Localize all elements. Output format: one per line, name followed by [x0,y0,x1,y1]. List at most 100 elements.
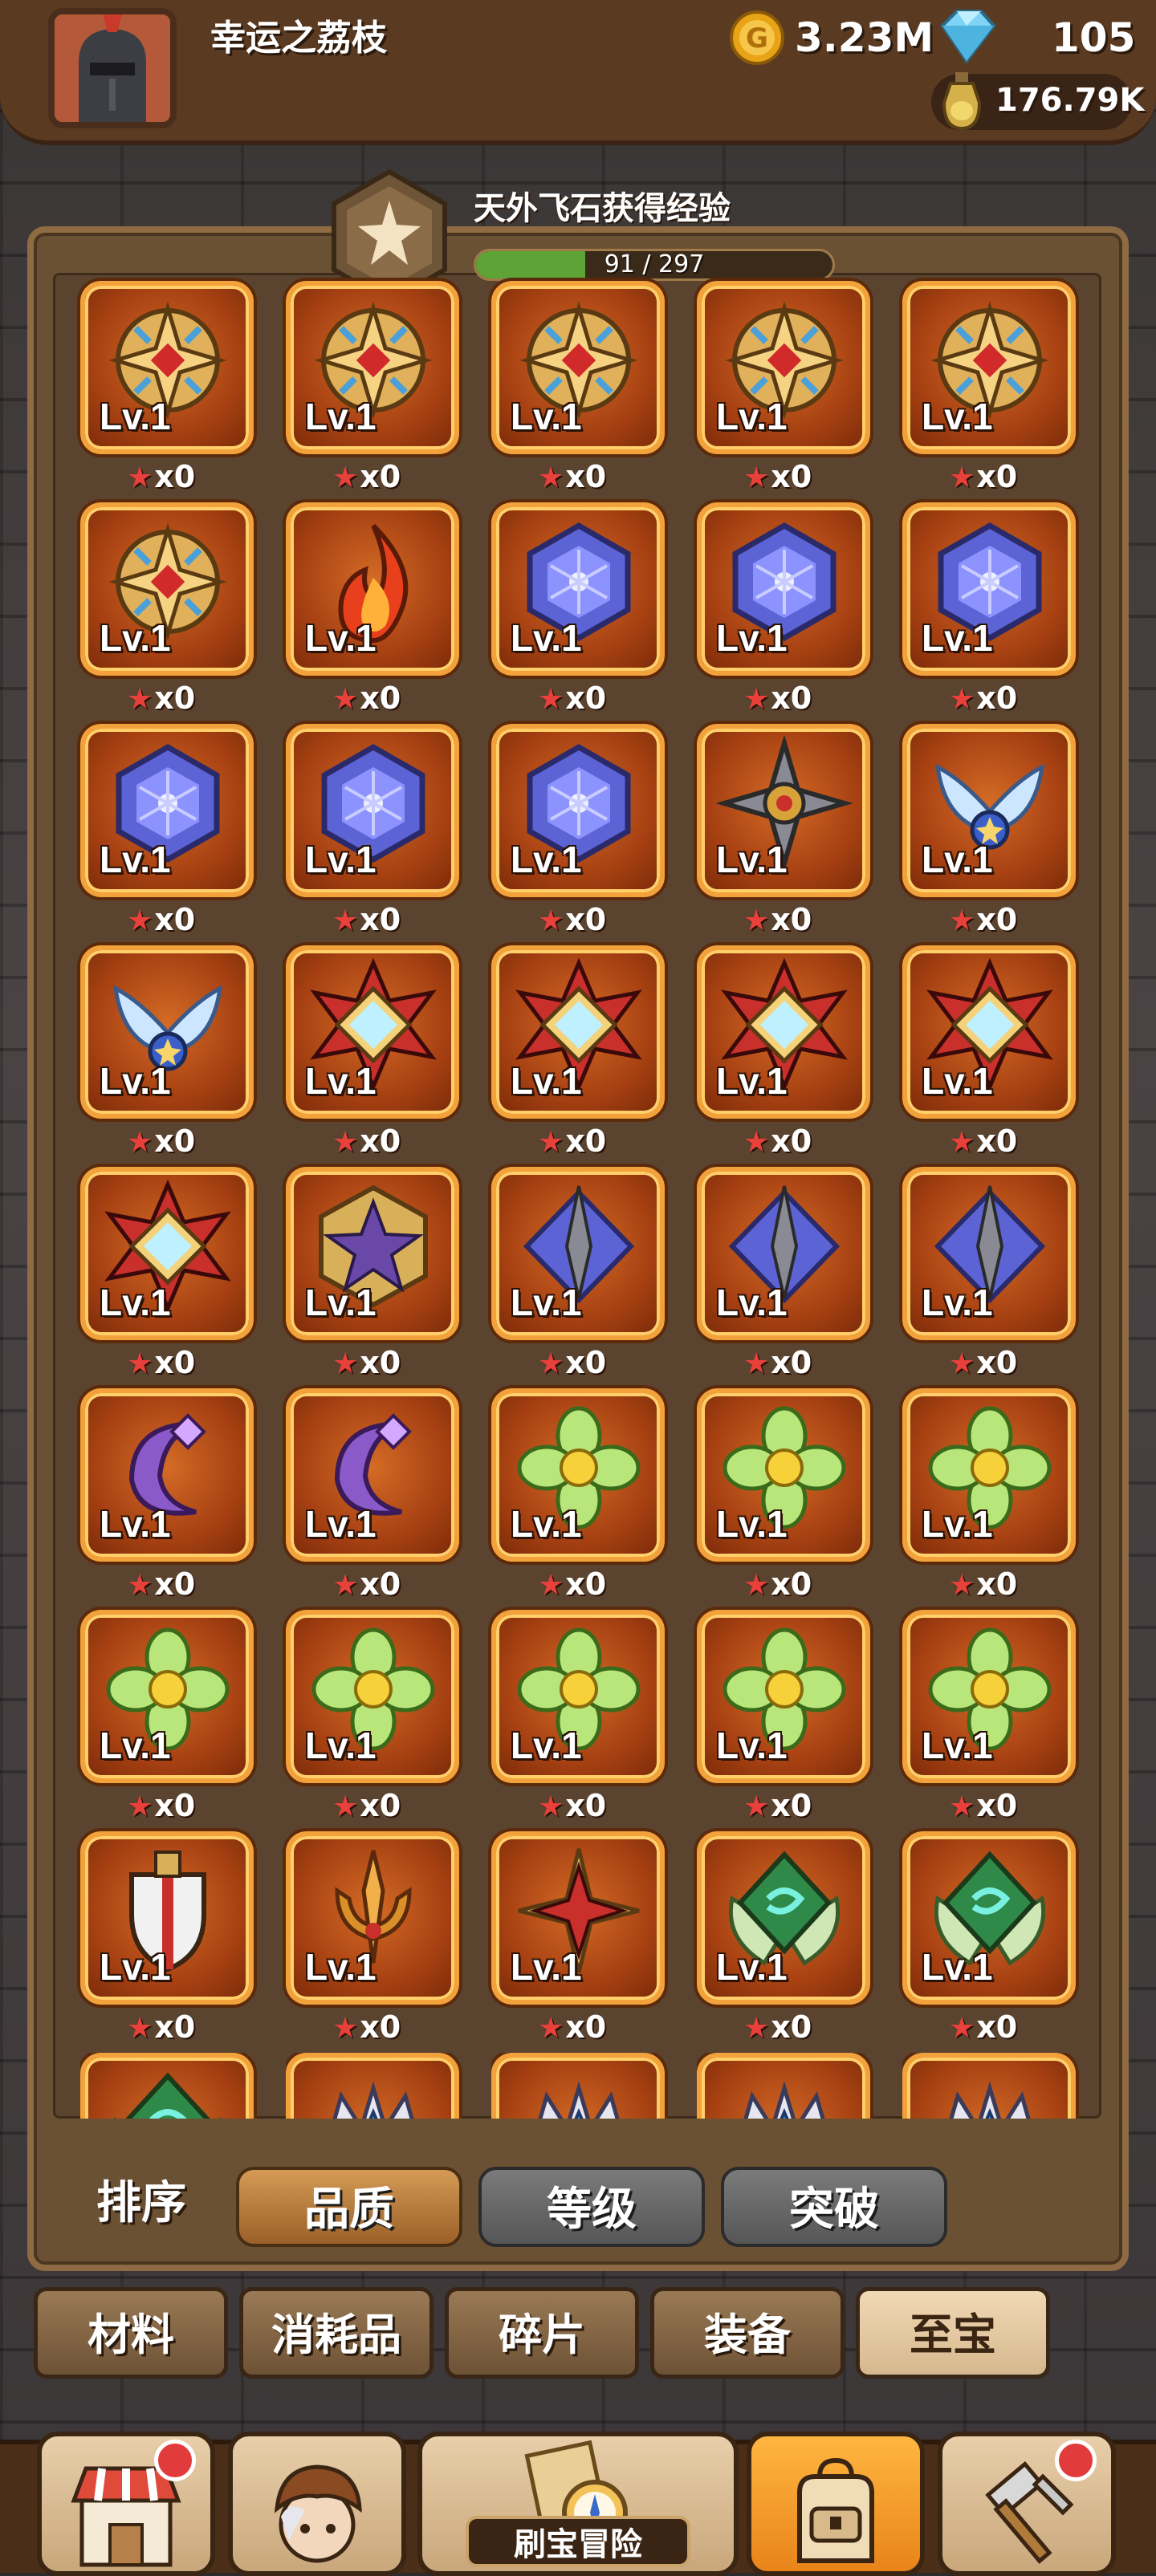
tab-treasures[interactable]: 至宝 [856,2287,1050,2379]
gold-coin-icon: G [730,10,784,65]
treasure-cell[interactable]: Lv.1★x0 [902,2053,1079,2119]
tab-equipment[interactable]: 装备 [650,2287,845,2379]
treasure-frame: Lv.1 [902,1831,1076,2005]
treasure-cell[interactable]: Lv.1★x0 [902,1831,1079,2045]
red-star-icon: ★ [127,1790,153,1823]
treasure-cell[interactable]: Lv.1★x0 [902,281,1079,494]
treasure-level: Lv.1 [922,1725,993,1766]
treasure-cell[interactable]: Lv.1★x0 [80,1831,257,2045]
treasure-cell[interactable]: Lv.1★x0 [491,724,668,937]
treasure-level: Lv.1 [922,617,993,659]
treasure-cell[interactable]: Lv.1★x0 [902,945,1079,1159]
nav-bag-button[interactable] [747,2432,925,2576]
treasure-cell[interactable]: Lv.1★x0 [286,2053,462,2119]
treasure-cell[interactable]: Lv.1★x0 [286,1167,462,1380]
treasure-cell[interactable]: Lv.1★x0 [697,1610,873,1823]
treasure-cell[interactable]: Lv.1★x0 [286,724,462,937]
treasure-cell[interactable]: Lv.1★x0 [697,502,873,716]
nav-hero-button[interactable] [228,2432,406,2576]
treasure-cell[interactable]: Lv.1★x0 [902,724,1079,937]
treasure-cell[interactable]: Lv.1★x0 [491,1831,668,2045]
player-avatar[interactable] [48,8,177,128]
treasure-level: Lv.1 [716,1503,788,1545]
tab-consumables[interactable]: 消耗品 [239,2287,434,2379]
treasure-cell[interactable]: Lv.1★x0 [902,1167,1079,1380]
treasure-cell[interactable]: Lv.1★x0 [697,1167,873,1380]
treasure-level: Lv.1 [305,1503,377,1545]
treasure-cell[interactable]: Lv.1★x0 [286,1388,462,1602]
treasure-cell[interactable]: Lv.1★x0 [902,1388,1079,1602]
treasure-cell[interactable]: Lv.1★x0 [80,1388,257,1602]
treasure-cell[interactable]: Lv.1★x0 [286,281,462,494]
treasure-frame: Lv.1 [697,1831,870,2005]
treasure-star-count: ★x0 [127,459,195,494]
treasure-frame: Lv.1 [80,502,254,676]
treasure-frame: Lv.1 [286,945,459,1119]
blue-crown-icon [332,2081,414,2119]
treasure-cell[interactable]: Lv.1★x0 [80,281,257,494]
nav-adventure-button[interactable]: 刷宝冒险 [417,2395,739,2576]
star-count-value: x0 [976,902,1018,937]
treasure-cell[interactable]: Lv.1★x0 [491,1388,668,1602]
treasure-frame: Lv.1 [902,502,1076,676]
star-count-value: x0 [771,1788,812,1823]
treasure-cell[interactable]: Lv.1 ★x0 [902,502,1079,716]
exp-progress-text: 91 / 297 [604,250,705,278]
treasure-level: Lv.1 [716,1946,788,1988]
treasure-frame: Lv.1 [286,502,459,676]
treasure-cell[interactable]: Lv.1★x0 [697,945,873,1159]
treasure-cell[interactable]: Lv.1★x0 [80,1167,257,1380]
star-count-value: x0 [360,902,401,937]
star-count-value: x0 [154,2009,196,2045]
red-star-icon: ★ [127,461,153,494]
sort-quality-button[interactable]: 品质 [236,2167,462,2247]
treasure-star-count: ★x0 [538,1123,606,1159]
red-star-icon: ★ [538,1347,564,1380]
tab-fragments[interactable]: 碎片 [445,2287,639,2379]
treasure-star-count: ★x0 [743,459,812,494]
star-count-value: x0 [154,1123,196,1159]
treasure-cell[interactable]: Lv.1★x0 [491,281,668,494]
treasure-cell[interactable]: Lv.1★x0 [491,502,668,716]
red-star-icon: ★ [743,683,770,716]
treasure-frame: Lv.1 [491,1831,665,2005]
treasure-cell[interactable]: Lv.1★x0 [697,724,873,937]
tab-materials[interactable]: 材料 [34,2287,228,2379]
treasure-cell[interactable]: Lv.1★x0 [80,724,257,937]
treasure-cell[interactable]: Lv.1★x0 [286,502,462,716]
treasure-cell[interactable]: Lv.1★x0 [491,1167,668,1380]
treasure-cell[interactable]: Lv.1★x0 [80,2053,257,2119]
treasure-cell[interactable]: Lv.1★x0 [491,1610,668,1823]
treasure-cell[interactable]: Lv.1★x0 [80,945,257,1159]
treasure-cell[interactable]: Lv.1★x0 [286,1831,462,2045]
red-star-icon: ★ [949,2012,975,2045]
treasure-level: Lv.1 [305,839,377,880]
treasure-frame: Lv.1 [286,281,459,454]
star-count-value: x0 [154,902,196,937]
treasure-star-count: ★x0 [538,1345,606,1380]
star-count-value: x0 [771,459,812,494]
red-star-icon: ★ [127,1569,153,1602]
treasure-cell[interactable]: Lv.1★x0 [80,1610,257,1823]
treasure-cell[interactable]: Lv.1★x0 [697,1831,873,2045]
treasure-cell[interactable]: Lv.1★x0 [697,281,873,494]
treasure-cell[interactable]: Lv.1★x0 [286,945,462,1159]
star-count-value: x0 [771,1123,812,1159]
treasure-cell[interactable]: Lv.1★x0 [697,2053,873,2119]
treasure-cell[interactable]: Lv.1★x0 [697,1388,873,1602]
red-star-icon: ★ [332,1790,359,1823]
treasure-level: Lv.1 [100,1282,171,1323]
treasure-cell[interactable]: Lv.1★x0 [286,1610,462,1823]
treasure-cell[interactable]: Lv.1★x0 [902,1610,1079,1823]
star-count-value: x0 [771,1345,812,1380]
treasure-frame: Lv.1 [80,1831,254,2005]
treasure-cell[interactable]: Lv.1★x0 [491,945,668,1159]
treasure-cell[interactable]: Lv.1★x0 [491,2053,668,2119]
sort-level-button[interactable]: 等级 [478,2167,705,2247]
potion-bottle-icon [942,72,982,131]
treasure-frame: Lv.1 [697,724,870,897]
sort-breakthrough-button[interactable]: 突破 [721,2167,947,2247]
red-star-icon: ★ [743,1126,770,1159]
treasure-cell[interactable]: Lv.1★x0 [80,502,257,716]
treasure-star-count: ★x0 [949,681,1017,716]
